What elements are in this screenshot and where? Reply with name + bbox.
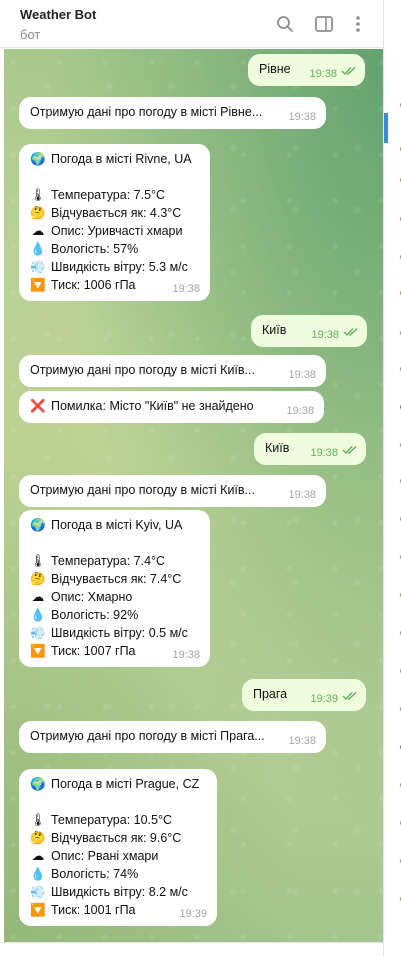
- humidity-text: Вологість: 92%: [51, 608, 139, 622]
- read-checkmarks-icon: [342, 442, 358, 460]
- temperature-text: Температура: 7.4°C: [51, 554, 166, 568]
- message-time: 19:38: [288, 735, 316, 747]
- feels-like-text: Відчувається як: 7.4°C: [51, 572, 182, 586]
- thinking-face-icon: 🤔: [30, 205, 46, 220]
- read-checkmarks-icon: [341, 63, 357, 81]
- message-time: 19:38: [288, 111, 316, 123]
- weather-card[interactable]: 🌍 Погода в місті Prague, CZ 🌡 Температура:…: [19, 769, 217, 926]
- message-time: 19:39: [179, 908, 207, 920]
- pressure-arrow-icon: 🔽: [30, 902, 46, 917]
- globe-icon: 🌍: [30, 517, 46, 532]
- outgoing-message[interactable]: Київ 19:38: [251, 315, 367, 347]
- incoming-message[interactable]: Отримую дані про погоду в місті Рівне...…: [19, 97, 326, 129]
- incoming-message[interactable]: Отримую дані про погоду в місті Київ... …: [19, 475, 326, 507]
- message-time: 19:38: [310, 447, 338, 459]
- chat-header: Weather Bot бот: [0, 0, 401, 48]
- read-checkmarks-icon: [342, 688, 358, 706]
- outgoing-message[interactable]: Рівне 19:38: [248, 54, 365, 86]
- adjacent-panel: [383, 0, 401, 956]
- pressure-text: Тиск: 1001 гПа: [51, 903, 136, 917]
- message-time: 19:38: [286, 405, 314, 417]
- thermometer-icon: 🌡: [30, 187, 46, 202]
- globe-icon: 🌍: [30, 151, 46, 166]
- message-text: Прага: [253, 687, 288, 701]
- thinking-face-icon: 🤔: [30, 571, 46, 586]
- chat-area[interactable]: Рівне 19:38 Отримую дані про погоду в мі…: [4, 49, 383, 942]
- message-text: Отримую дані про погоду в місті Київ...: [30, 363, 255, 377]
- pressure-text: Тиск: 1006 гПа: [51, 278, 136, 292]
- globe-icon: 🌍: [30, 776, 46, 791]
- temperature-text: Температура: 10.5°C: [51, 813, 173, 827]
- cloud-icon: ☁: [31, 848, 45, 863]
- message-time: 19:38: [288, 489, 316, 501]
- message-time: 19:38: [288, 369, 316, 381]
- wind-icon: 💨: [30, 259, 46, 274]
- droplet-icon: 💧: [30, 607, 46, 622]
- message-text: Київ: [265, 441, 290, 455]
- chat-title[interactable]: Weather Bot: [20, 7, 96, 22]
- message-time: 19:38: [172, 649, 200, 661]
- description-text: Опис: Хмарно: [51, 590, 133, 604]
- pressure-text: Тиск: 1007 гПа: [51, 644, 136, 658]
- weather-title: Погода в місті Rivne, UA: [51, 152, 192, 166]
- thermometer-icon: 🌡: [30, 812, 46, 827]
- cloud-icon: ☁: [31, 589, 45, 604]
- wind-speed-text: Швидкість вітру: 5.3 м/с: [51, 260, 188, 274]
- message-time: 19:38: [309, 68, 337, 80]
- droplet-icon: 💧: [30, 866, 46, 881]
- message-text: Отримую дані про погоду в місті Рівне...: [30, 105, 263, 119]
- message-text: Рівне: [259, 62, 291, 76]
- weather-card[interactable]: 🌍 Погода в місті Rivne, UA 🌡 Температура: …: [19, 144, 210, 301]
- humidity-text: Вологість: 57%: [51, 242, 139, 256]
- outgoing-message[interactable]: Прага 19:39: [242, 679, 366, 711]
- wind-speed-text: Швидкість вітру: 8.2 м/с: [51, 885, 188, 899]
- message-text: Отримую дані про погоду в місті Київ...: [30, 483, 255, 497]
- read-checkmarks-icon: [343, 324, 359, 342]
- chat-subtitle: бот: [20, 27, 41, 42]
- pressure-arrow-icon: 🔽: [30, 277, 46, 292]
- outgoing-message[interactable]: Київ 19:38: [254, 433, 366, 465]
- thinking-face-icon: 🤔: [30, 830, 46, 845]
- error-x-icon: ❌: [30, 398, 46, 413]
- feels-like-text: Відчувається як: 9.6°C: [51, 831, 182, 845]
- humidity-text: Вологість: 74%: [51, 867, 139, 881]
- weather-title: Погода в місті Prague, CZ: [51, 777, 200, 791]
- active-tab-indicator: [384, 113, 388, 143]
- feels-like-text: Відчувається як: 4.3°C: [51, 206, 182, 220]
- thermometer-icon: 🌡: [30, 553, 46, 568]
- message-text: Київ: [262, 323, 287, 337]
- wind-icon: 💨: [30, 884, 46, 899]
- cloud-icon: ☁: [31, 223, 45, 238]
- wind-speed-text: Швидкість вітру: 0.5 м/с: [51, 626, 188, 640]
- message-input-bar[interactable]: [0, 942, 383, 956]
- weather-card[interactable]: 🌍 Погода в місті Kyiv, UA 🌡 Температура: 7…: [19, 510, 210, 667]
- droplet-icon: 💧: [30, 241, 46, 256]
- pressure-arrow-icon: 🔽: [30, 643, 46, 658]
- description-text: Опис: Уривчасті хмари: [51, 224, 183, 238]
- message-time: 19:38: [311, 329, 339, 341]
- incoming-message[interactable]: Отримую дані про погоду в місті Прага...…: [19, 721, 326, 753]
- message-time: 19:38: [172, 283, 200, 295]
- more-menu-icon[interactable]: [347, 13, 369, 35]
- search-icon[interactable]: [274, 13, 296, 35]
- sidebar-toggle-icon[interactable]: [313, 13, 335, 35]
- wind-icon: 💨: [30, 625, 46, 640]
- message-text: Помилка: Місто "Київ" не знайдено: [51, 399, 254, 413]
- message-time: 19:39: [310, 693, 338, 705]
- description-text: Опис: Рвані хмари: [51, 849, 159, 863]
- incoming-message[interactable]: Отримую дані про погоду в місті Київ... …: [19, 355, 326, 387]
- weather-title: Погода в місті Kyiv, UA: [51, 518, 183, 532]
- error-message[interactable]: ❌ Помилка: Місто "Київ" не знайдено 19:38: [19, 391, 324, 423]
- message-text: Отримую дані про погоду в місті Прага...: [30, 729, 265, 743]
- temperature-text: Температура: 7.5°C: [51, 188, 166, 202]
